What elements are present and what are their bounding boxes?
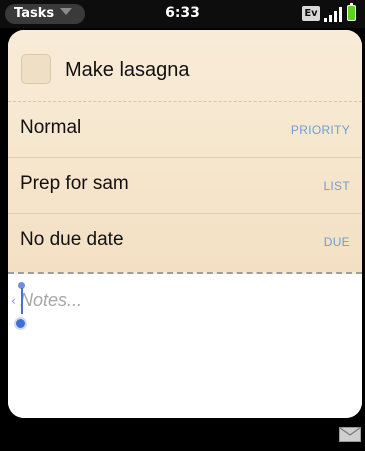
task-title-row: Make lasagna bbox=[8, 30, 362, 102]
status-bar: Tasks 6:33 Ev bbox=[0, 0, 365, 28]
priority-field[interactable]: Normal PRIORITY bbox=[8, 102, 362, 158]
priority-label: PRIORITY bbox=[290, 123, 350, 137]
list-label: LIST bbox=[323, 179, 350, 193]
signal-bars-icon bbox=[324, 6, 344, 22]
cursor-handle-icon[interactable] bbox=[14, 317, 27, 330]
task-title[interactable]: Make lasagna bbox=[65, 59, 190, 82]
due-value: No due date bbox=[20, 229, 124, 250]
task-detail-card: Make lasagna Normal PRIORITY Prep for sa… bbox=[8, 30, 362, 418]
notes-field[interactable]: Notes... ‹ bbox=[8, 274, 362, 418]
mail-icon[interactable] bbox=[339, 427, 361, 442]
list-field[interactable]: Prep for sam LIST bbox=[8, 158, 362, 214]
due-field[interactable]: No due date DUE bbox=[8, 214, 362, 270]
list-value: Prep for sam bbox=[20, 173, 129, 194]
notes-placeholder: Notes... bbox=[20, 290, 83, 310]
priority-value: Normal bbox=[20, 117, 82, 138]
text-cursor bbox=[21, 288, 23, 314]
task-paper: Make lasagna Normal PRIORITY Prep for sa… bbox=[8, 30, 362, 274]
network-type-icon: Ev bbox=[302, 6, 320, 21]
due-label: DUE bbox=[323, 235, 350, 249]
battery-icon bbox=[347, 3, 356, 21]
cursor-arrow-icon: ‹ bbox=[11, 294, 16, 308]
task-complete-checkbox[interactable] bbox=[21, 54, 51, 84]
